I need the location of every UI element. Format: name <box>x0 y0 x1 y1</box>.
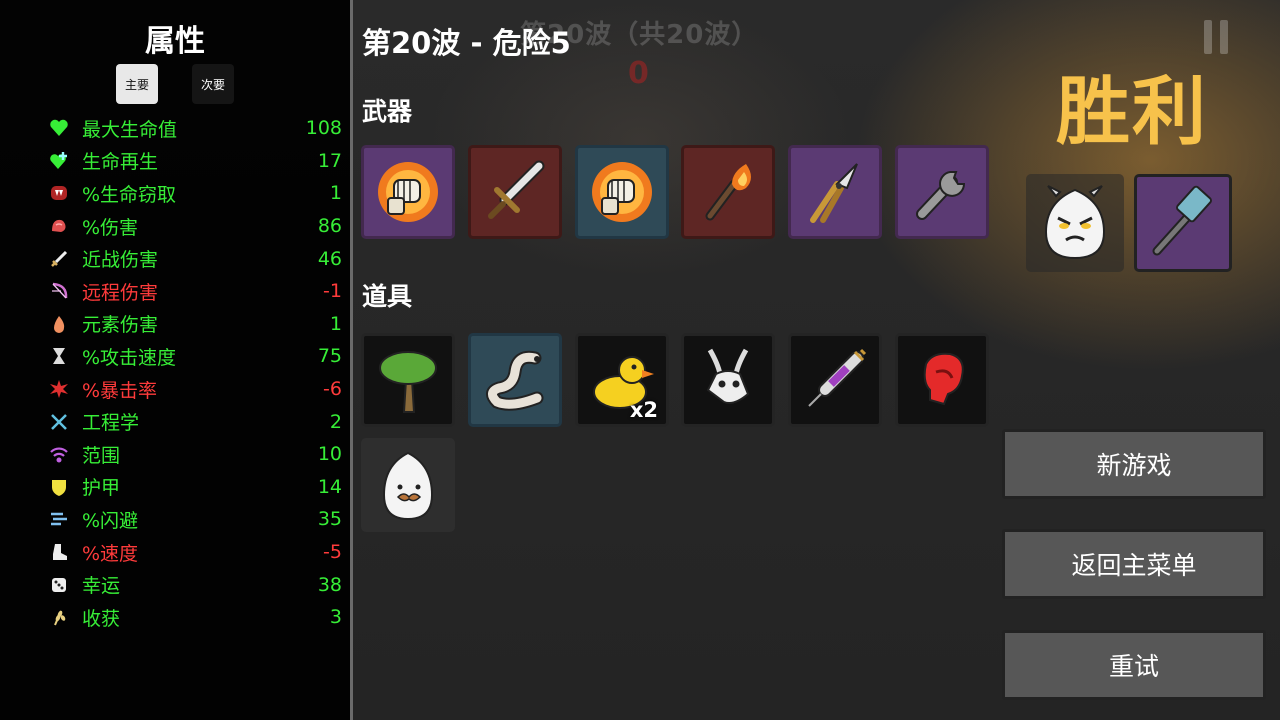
weapon-slot-5[interactable] <box>788 145 882 239</box>
weapon-slot-6[interactable] <box>895 145 989 239</box>
item-slot-4[interactable] <box>681 333 775 427</box>
weapons-header: 武器 <box>362 97 413 126</box>
stat-row-melee-damage: 近战伤害 46 <box>48 242 342 275</box>
main-menu-button[interactable]: 返回主菜单 <box>1002 529 1266 599</box>
stat-row-range: 范围 10 <box>48 438 342 471</box>
crossed-tools-icon <box>48 411 70 433</box>
fiery-fist-icon <box>592 162 652 222</box>
item-slot-3[interactable]: x2 <box>575 333 669 427</box>
stat-row-speed: %速度 -5 <box>48 536 342 569</box>
worm-icon <box>486 350 544 411</box>
character-weapon-slot[interactable] <box>1134 174 1232 272</box>
dash-icon <box>48 508 70 530</box>
heart-icon <box>48 117 70 139</box>
tab-secondary-stats[interactable]: 次要 <box>192 64 234 104</box>
muscle-icon <box>48 215 70 237</box>
tab-primary-stats[interactable]: 主要 <box>116 64 158 104</box>
stats-panel: 属性 主要 次要 最大生命值 108 生命再生 17 %生命窃取 1 %伤害 8… <box>0 0 350 720</box>
panel-divider <box>350 0 353 720</box>
wheat-icon <box>48 606 70 628</box>
weapon-slot-4[interactable] <box>681 145 775 239</box>
stat-row-crit-chance: %暴击率 -6 <box>48 373 342 406</box>
shield-icon <box>48 476 70 498</box>
victory-title: 胜利 <box>1056 69 1208 155</box>
stat-row-luck: 幸运 38 <box>48 568 342 601</box>
hammer-icon <box>1152 185 1212 256</box>
stat-row-damage: %伤害 86 <box>48 210 342 243</box>
item-slot-1[interactable] <box>361 333 455 427</box>
torch-icon <box>705 164 751 221</box>
hourglass-icon <box>48 345 70 367</box>
pause-icon[interactable] <box>1204 20 1230 54</box>
item-slot-5[interactable] <box>788 333 882 427</box>
fiery-fist-icon <box>378 162 438 222</box>
stat-row-dodge: %闪避 35 <box>48 503 342 536</box>
heart-plus-icon <box>48 150 70 172</box>
flame-icon <box>48 313 70 335</box>
item-slot-6[interactable] <box>895 333 989 427</box>
stat-row-max-hp: 最大生命值 108 <box>48 112 342 145</box>
boxing-glove-icon <box>923 352 964 406</box>
stats-title: 属性 <box>145 24 205 59</box>
item-slot-2[interactable] <box>468 333 562 427</box>
syringe-icon <box>808 348 867 407</box>
wave-title: 第20波 - 危险5 <box>362 26 571 60</box>
background-timer: 0 <box>628 56 649 91</box>
range-icon <box>48 443 70 465</box>
dice-icon <box>48 574 70 596</box>
mustache-egg-icon <box>382 451 434 521</box>
weapon-slot-1[interactable] <box>361 145 455 239</box>
stat-row-armor: 护甲 14 <box>48 471 342 504</box>
stat-row-harvesting: 收获 3 <box>48 601 342 634</box>
stat-row-hp-regen: 生命再生 17 <box>48 145 342 178</box>
items-header: 道具 <box>362 282 413 311</box>
item-quantity: x2 <box>629 398 658 422</box>
weapon-slot-2[interactable] <box>468 145 562 239</box>
boot-icon <box>48 541 70 563</box>
fangs-icon <box>48 182 70 204</box>
sword-icon <box>48 248 70 270</box>
tree-icon <box>379 351 437 413</box>
stat-row-attack-speed: %攻击速度 75 <box>48 340 342 373</box>
wrench-icon <box>916 171 966 220</box>
stat-row-engineering: 工程学 2 <box>48 405 342 438</box>
retry-button[interactable]: 重试 <box>1002 630 1266 700</box>
weapon-slot-3[interactable] <box>575 145 669 239</box>
item-slot-7[interactable] <box>361 438 455 532</box>
bow-icon <box>48 280 70 302</box>
stat-row-life-steal: %生命窃取 1 <box>48 177 342 210</box>
character-slot[interactable] <box>1026 174 1124 272</box>
sword-icon <box>488 160 545 219</box>
crit-icon <box>48 378 70 400</box>
stat-row-elemental-damage: 元素伤害 1 <box>48 308 342 341</box>
new-game-button[interactable]: 新游戏 <box>1002 429 1266 499</box>
goat-skull-icon <box>706 348 750 404</box>
stat-list: 最大生命值 108 生命再生 17 %生命窃取 1 %伤害 86 近战伤害 46… <box>48 112 342 634</box>
pruner-icon <box>810 163 858 223</box>
stat-row-ranged-damage: 远程伤害 -1 <box>48 275 342 308</box>
angry-egg-icon <box>1044 185 1106 260</box>
